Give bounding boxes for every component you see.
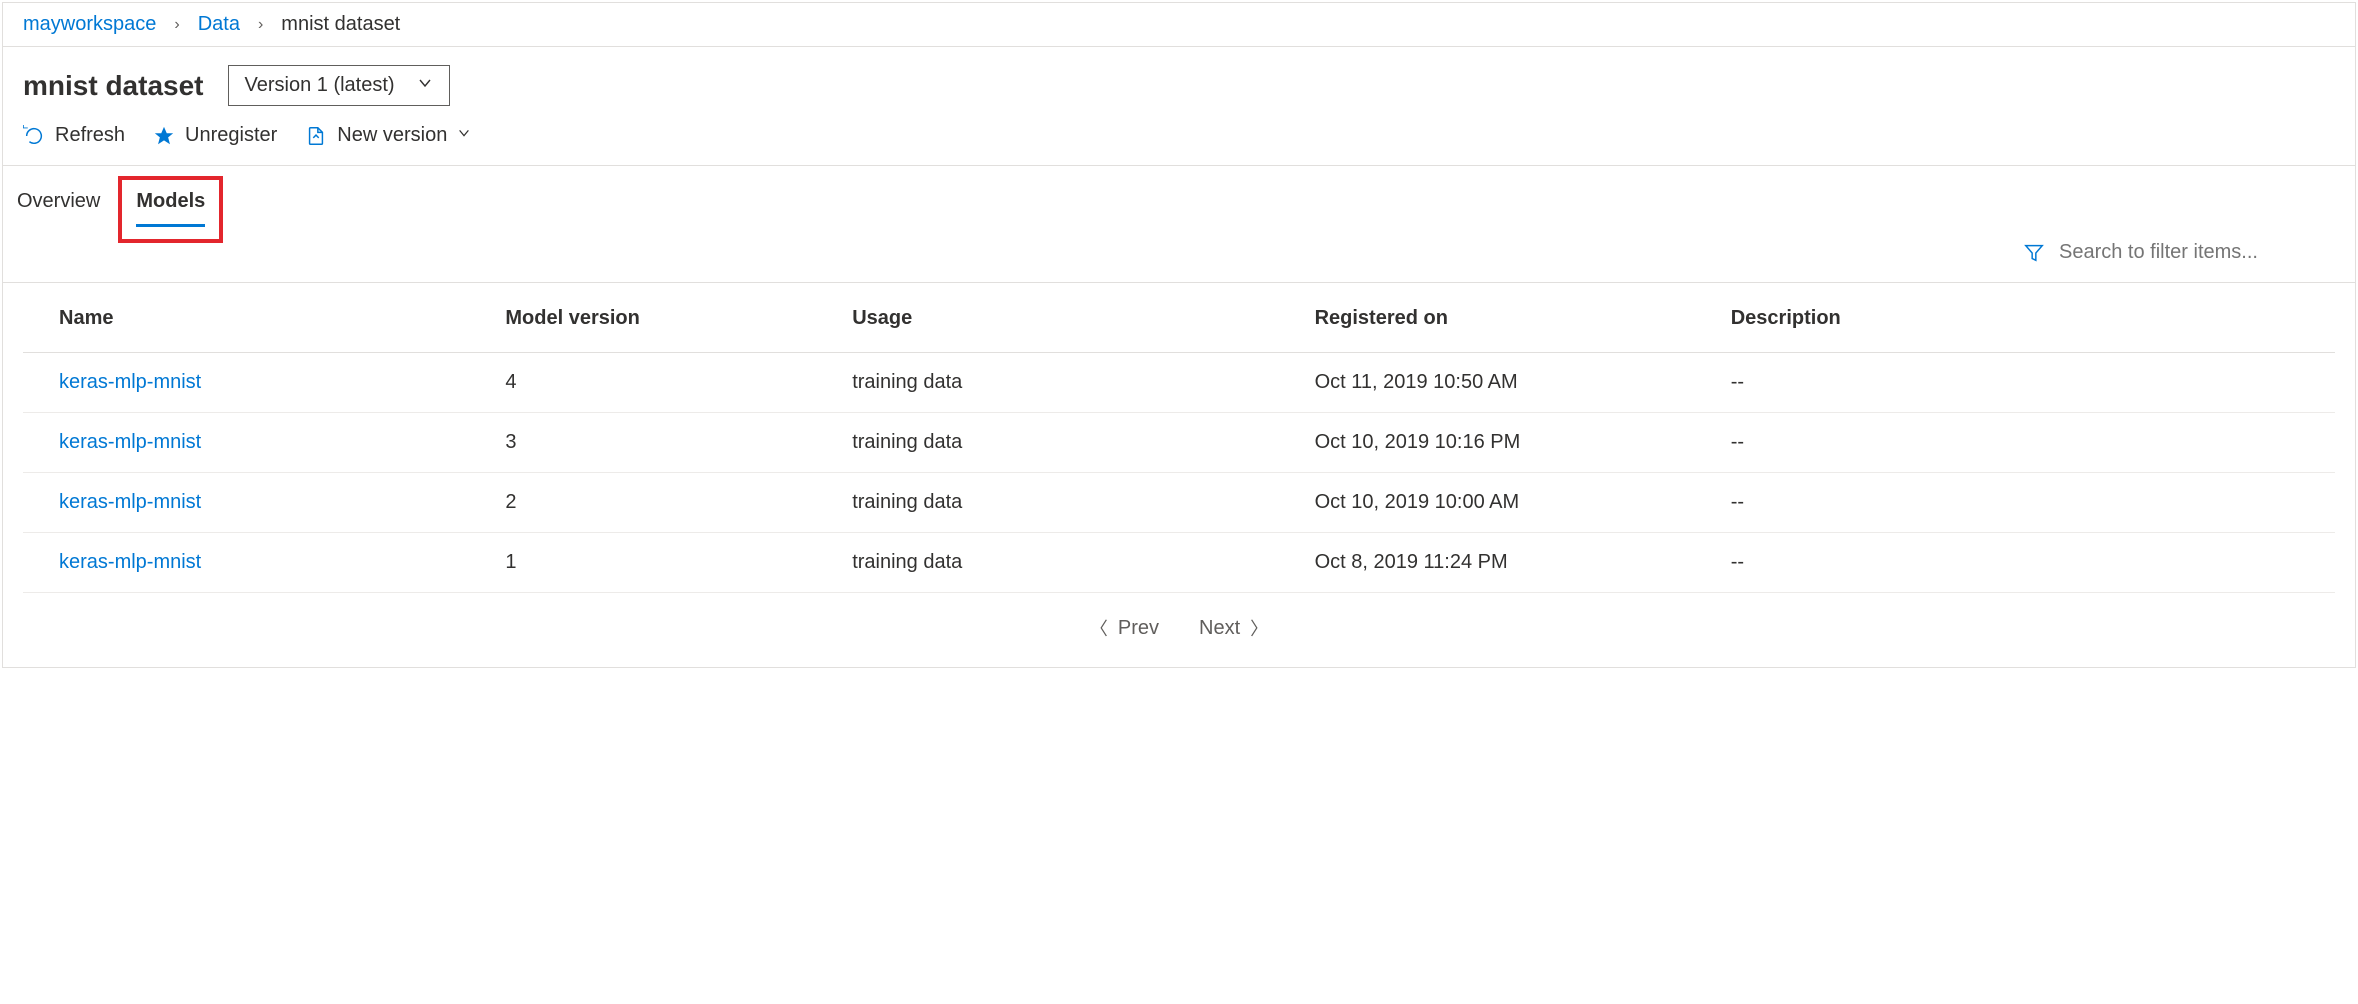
breadcrumb-current: mnist dataset xyxy=(281,13,400,36)
cell-usage: training data xyxy=(832,353,1294,413)
unregister-button[interactable]: Unregister xyxy=(153,124,277,147)
cell-description: -- xyxy=(1711,533,2335,593)
cell-usage: training data xyxy=(832,413,1294,473)
star-icon xyxy=(153,125,175,147)
version-selector[interactable]: Version 1 (latest) xyxy=(228,65,450,106)
cell-description: -- xyxy=(1711,473,2335,533)
filter-icon xyxy=(2023,242,2045,264)
next-button[interactable]: Next 〉 xyxy=(1199,615,1268,641)
chevron-right-icon: › xyxy=(258,16,263,34)
tab-models[interactable]: Models xyxy=(136,190,205,227)
cell-usage: training data xyxy=(832,473,1294,533)
page-title: mnist dataset xyxy=(23,70,204,102)
model-name-link[interactable]: keras-mlp-mnist xyxy=(59,551,201,573)
next-label: Next xyxy=(1199,617,1240,640)
col-header-model-version[interactable]: Model version xyxy=(485,283,832,353)
chevron-down-icon xyxy=(457,126,471,145)
table-row: keras-mlp-mnist 1training dataOct 8, 2019… xyxy=(23,533,2335,593)
pagination: 〈 Prev Next 〉 xyxy=(23,593,2335,667)
tabs: Overview Models xyxy=(3,166,2355,227)
table-row: keras-mlp-mnist 4training dataOct 11, 201… xyxy=(23,353,2335,413)
breadcrumb-data-link[interactable]: Data xyxy=(198,13,240,36)
cell-registered-on: Oct 10, 2019 10:16 PM xyxy=(1295,413,1711,473)
breadcrumb: mayworkspace › Data › mnist dataset xyxy=(3,3,2355,47)
table-row: keras-mlp-mnist 2training dataOct 10, 201… xyxy=(23,473,2335,533)
toolbar: Refresh Unregister New version xyxy=(3,110,2355,166)
model-name-link[interactable]: keras-mlp-mnist xyxy=(59,371,201,393)
refresh-label: Refresh xyxy=(55,124,125,147)
refresh-icon xyxy=(23,125,45,147)
chevron-left-icon: 〈 xyxy=(1090,615,1108,641)
col-header-name[interactable]: Name xyxy=(23,283,485,353)
cell-usage: training data xyxy=(832,533,1294,593)
chevron-down-icon xyxy=(417,75,433,96)
filter-input[interactable] xyxy=(2059,241,2319,264)
version-selector-label: Version 1 (latest) xyxy=(245,74,395,97)
cell-description: -- xyxy=(1711,413,2335,473)
table-row: keras-mlp-mnist 3training dataOct 10, 201… xyxy=(23,413,2335,473)
col-header-description[interactable]: Description xyxy=(1711,283,2335,353)
unregister-label: Unregister xyxy=(185,124,277,147)
chevron-right-icon: 〉 xyxy=(1250,615,1268,641)
new-version-button[interactable]: New version xyxy=(305,124,471,147)
cell-registered-on: Oct 8, 2019 11:24 PM xyxy=(1295,533,1711,593)
cell-registered-on: Oct 10, 2019 10:00 AM xyxy=(1295,473,1711,533)
refresh-button[interactable]: Refresh xyxy=(23,124,125,147)
prev-label: Prev xyxy=(1118,617,1159,640)
cell-model-version: 1 xyxy=(485,533,832,593)
models-table: Name Model version Usage Registered on D… xyxy=(23,283,2335,593)
col-header-registered-on[interactable]: Registered on xyxy=(1295,283,1711,353)
col-header-usage[interactable]: Usage xyxy=(832,283,1294,353)
tab-overview[interactable]: Overview xyxy=(17,190,100,227)
cell-model-version: 4 xyxy=(485,353,832,413)
new-version-label: New version xyxy=(337,124,447,147)
new-file-icon xyxy=(305,125,327,147)
model-name-link[interactable]: keras-mlp-mnist xyxy=(59,431,201,453)
breadcrumb-workspace-link[interactable]: mayworkspace xyxy=(23,13,156,36)
cell-registered-on: Oct 11, 2019 10:50 AM xyxy=(1295,353,1711,413)
model-name-link[interactable]: keras-mlp-mnist xyxy=(59,491,201,513)
cell-model-version: 2 xyxy=(485,473,832,533)
cell-model-version: 3 xyxy=(485,413,832,473)
prev-button[interactable]: 〈 Prev xyxy=(1090,615,1159,641)
chevron-right-icon: › xyxy=(174,16,179,34)
cell-description: -- xyxy=(1711,353,2335,413)
